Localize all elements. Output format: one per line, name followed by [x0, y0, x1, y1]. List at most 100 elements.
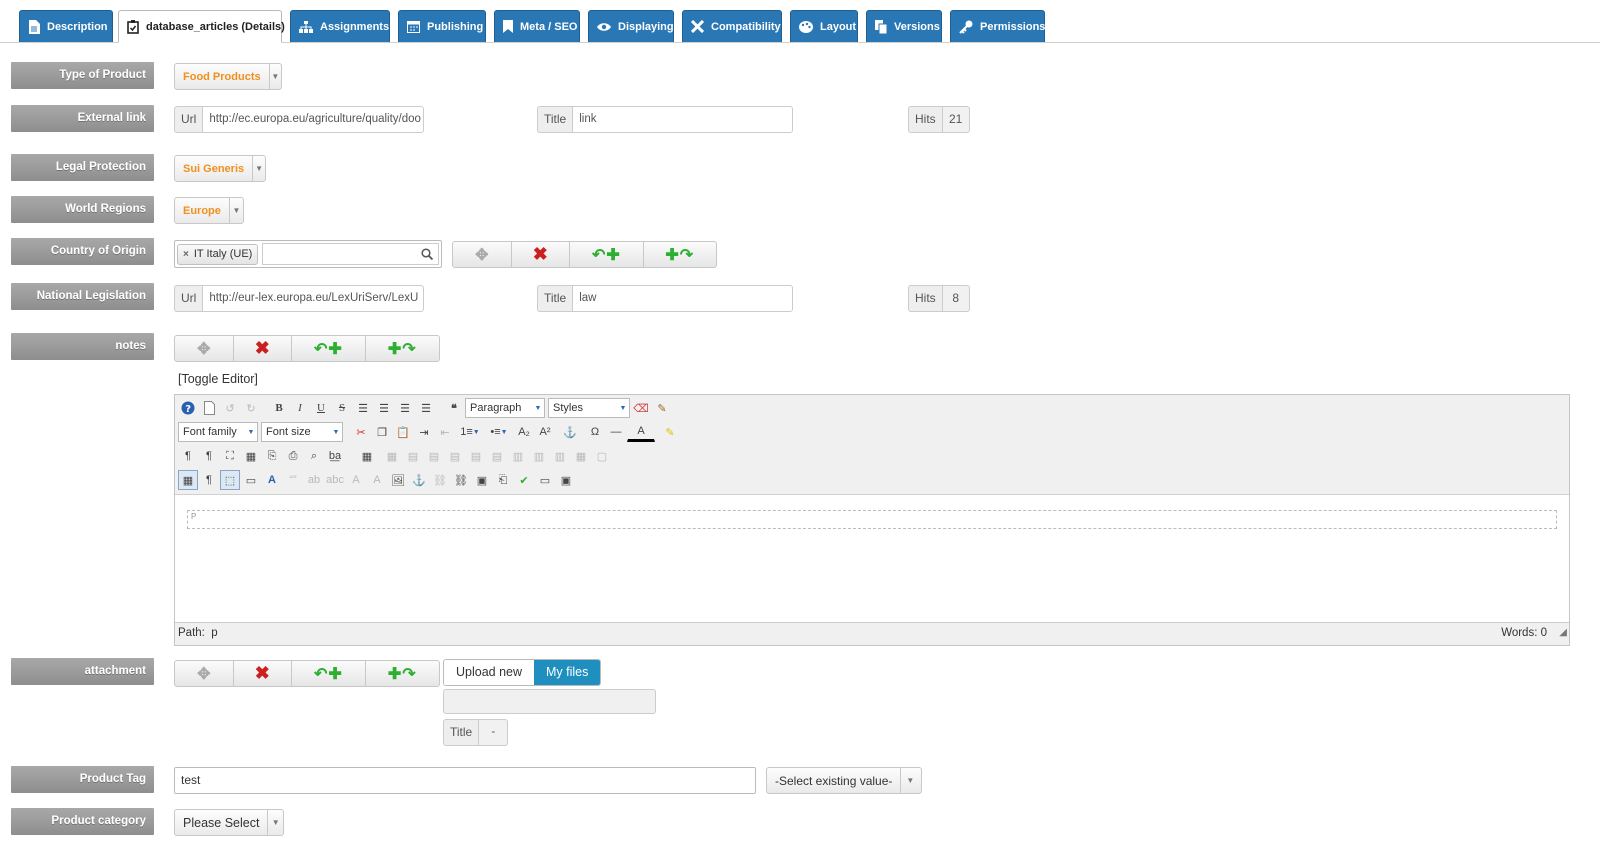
replace-icon[interactable]: b͟a [325, 446, 345, 466]
file-select-box[interactable] [443, 689, 656, 714]
cut-icon[interactable]: ✂ [351, 422, 371, 442]
insert-row-before-icon[interactable]: ▤ [445, 446, 465, 466]
insert-col-before-icon[interactable]: ▥ [508, 446, 528, 466]
ltr-icon[interactable]: ¶ [178, 446, 198, 466]
delete-button[interactable]: ✖ [234, 336, 293, 361]
image-icon[interactable]: 🖼 [388, 470, 408, 490]
special-char-icon[interactable]: Ω [585, 422, 605, 442]
tab-permissions[interactable]: Permissions [950, 10, 1045, 42]
unlink-icon[interactable]: ⛓ [430, 470, 450, 490]
tab-layout[interactable]: Layout [790, 10, 858, 42]
resize-grip-icon[interactable]: ◢ [1559, 622, 1567, 643]
unordered-list-icon[interactable]: •≡ ▼ [485, 422, 513, 442]
align-center-icon[interactable]: ☰ [374, 398, 394, 418]
country-of-origin-chooser[interactable]: × IT Italy (UE) [174, 240, 442, 268]
move-button[interactable]: ✥ [175, 336, 234, 361]
show-blocks-icon[interactable]: ¶ [199, 470, 219, 490]
product-category-select[interactable]: Please Select ▼ [174, 809, 284, 836]
template-icon[interactable]: ▦ [241, 446, 261, 466]
existing-value-select[interactable]: -Select existing value- ▼ [766, 767, 922, 794]
legal-protection-select[interactable]: Sui Generis ▼ [174, 155, 266, 182]
copy-icon[interactable]: ❐ [372, 422, 392, 442]
my-files-button[interactable]: My files [534, 660, 601, 685]
font-size-select[interactable]: Font size ▼ [261, 422, 343, 442]
anchor-insert-icon[interactable]: ⚓ [409, 470, 429, 490]
subscript-icon[interactable]: A₂ [514, 422, 534, 442]
highlight-color-icon[interactable]: ✎ [656, 422, 684, 442]
path-value[interactable]: p [211, 627, 217, 639]
tab-versions[interactable]: Versions [866, 10, 942, 42]
delete-button[interactable]: ✖ [234, 661, 293, 686]
anchor-icon[interactable]: ⚓ [556, 422, 584, 442]
chip-remove-icon[interactable]: × [183, 249, 189, 260]
cite-icon[interactable]: “” [283, 470, 303, 490]
new-document-icon[interactable] [199, 398, 219, 418]
delete-button[interactable]: ✖ [512, 242, 571, 267]
del-icon[interactable]: A [346, 470, 366, 490]
tab-database-articles-details[interactable]: database_articles (Details) [118, 10, 285, 43]
readmore-icon[interactable]: ▭ [535, 470, 555, 490]
abbr-icon[interactable]: ab [304, 470, 324, 490]
paste-icon[interactable]: 📋 [393, 422, 413, 442]
upload-new-button[interactable]: Upload new [444, 660, 535, 685]
insert-row-after-icon[interactable]: ▤ [466, 446, 486, 466]
add-after-button[interactable]: ✚↷ [644, 242, 716, 267]
align-justify-icon[interactable]: ☰ [353, 398, 373, 418]
external-link-url-input[interactable]: http://ec.europa.eu/agriculture/quality/… [202, 106, 425, 133]
tab-assignments[interactable]: Assignments [290, 10, 390, 42]
toggle-editor-link[interactable]: [Toggle Editor] [178, 372, 258, 386]
tab-displaying[interactable]: Displaying [588, 10, 674, 42]
ins-icon[interactable]: A [367, 470, 387, 490]
undo-icon[interactable]: ↺ [220, 398, 240, 418]
move-button[interactable]: ✥ [453, 242, 512, 267]
add-before-button[interactable]: ↶✚ [570, 242, 644, 267]
pagebreak-icon[interactable]: ⎗ [493, 470, 513, 490]
add-before-button[interactable]: ↶✚ [292, 336, 366, 361]
article-icon[interactable]: ▣ [556, 470, 576, 490]
bold-icon[interactable]: B [269, 398, 289, 418]
national-legislation-url-input[interactable]: http://eur-lex.europa.eu/LexUriServ/LexU [202, 285, 425, 312]
insert-layer-icon[interactable]: ▭ [241, 470, 261, 490]
eraser-icon[interactable]: ⌫ [631, 398, 651, 418]
horizontal-rule-icon[interactable]: — [606, 422, 626, 442]
ordered-list-icon[interactable]: 1≡ ▼ [456, 422, 484, 442]
visual-aid-icon[interactable]: ▦ [178, 470, 198, 490]
product-tag-input[interactable]: test [174, 767, 756, 794]
link-icon[interactable]: ⛓ [451, 470, 471, 490]
paragraph-format-select[interactable]: Paragraph ▼ [465, 398, 545, 418]
external-link-title-input[interactable]: link [572, 106, 794, 133]
cleanup-icon[interactable]: ✎ [652, 398, 672, 418]
code-icon[interactable]: ⎘ [262, 446, 282, 466]
blockquote-icon[interactable]: ❝ [444, 398, 464, 418]
country-search-input[interactable] [262, 243, 439, 265]
national-legislation-title-input[interactable]: law [572, 285, 794, 312]
italic-icon[interactable]: I [290, 398, 310, 418]
editor-content-area[interactable]: P [175, 494, 1569, 622]
add-after-button[interactable]: ✚↷ [366, 661, 439, 686]
add-before-button[interactable]: ↶✚ [292, 661, 366, 686]
table-row-props-icon[interactable]: ▤ [403, 446, 423, 466]
world-regions-select[interactable]: Europe ▼ [174, 197, 244, 224]
media-icon[interactable]: ▣ [472, 470, 492, 490]
visual-blocks-icon[interactable]: ⬚ [220, 470, 240, 490]
underline-icon[interactable]: U [311, 398, 331, 418]
insert-col-after-icon[interactable]: ▥ [529, 446, 549, 466]
delete-row-icon[interactable]: ▤ [487, 446, 507, 466]
tab-meta-seo[interactable]: Meta / SEO [494, 10, 580, 42]
superscript-icon[interactable]: A² [535, 422, 555, 442]
delete-col-icon[interactable]: ▥ [550, 446, 570, 466]
insert-table-icon[interactable]: ▦ [353, 446, 381, 466]
type-of-product-select[interactable]: Food Products ▼ [174, 63, 282, 90]
text-color-icon[interactable]: A [627, 422, 655, 442]
spellcheck-icon[interactable]: ✔ [514, 470, 534, 490]
tab-description[interactable]: Description [19, 10, 113, 42]
rtl-icon[interactable]: ¶ [199, 446, 219, 466]
delete-table-icon[interactable]: ▦ [382, 446, 402, 466]
font-family-select[interactable]: Font family ▼ [178, 422, 258, 442]
tab-publishing[interactable]: Publishing [398, 10, 486, 42]
outdent-icon[interactable]: ⇤ [435, 422, 455, 442]
add-after-button[interactable]: ✚↷ [366, 336, 439, 361]
strikethrough-icon[interactable]: S [332, 398, 352, 418]
split-cells-icon[interactable]: ▦ [571, 446, 591, 466]
fullscreen-icon[interactable]: ⛶ [220, 446, 240, 466]
